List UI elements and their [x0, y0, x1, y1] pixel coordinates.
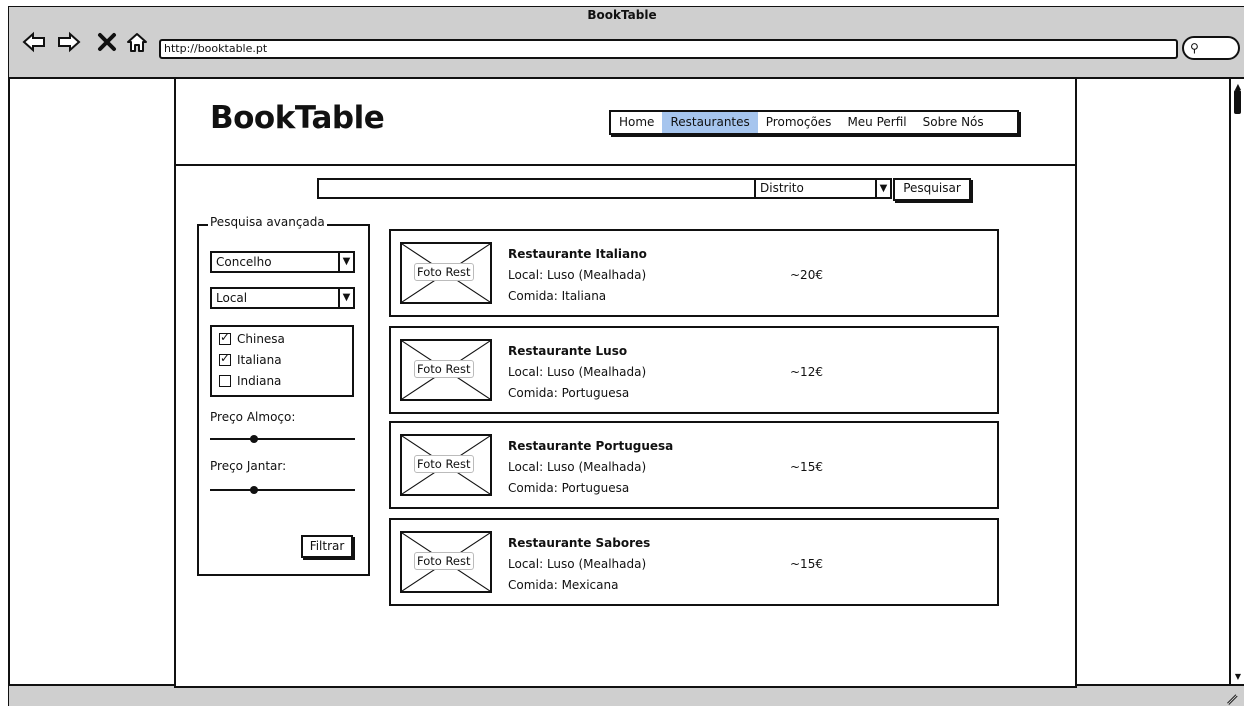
- nav-item-meu-perfil[interactable]: Meu Perfil: [839, 112, 914, 133]
- restaurant-name[interactable]: Restaurante Portuguesa: [508, 439, 673, 453]
- checkbox-label: Italiana: [237, 353, 282, 367]
- dinner-price-label: Preço Jantar:: [210, 459, 287, 473]
- filter-button[interactable]: Filtrar: [301, 535, 353, 558]
- close-icon[interactable]: [95, 30, 119, 54]
- local-select-value: Local: [216, 291, 248, 305]
- dinner-price-slider[interactable]: [210, 486, 355, 494]
- url-bar[interactable]: http://booktable.pt: [159, 39, 1178, 59]
- restaurant-photo-placeholder: Foto Rest: [400, 339, 492, 401]
- nav-item-promocoes[interactable]: Promoções: [758, 112, 840, 133]
- checkbox-chinesa[interactable]: Chinesa: [219, 330, 285, 346]
- restaurant-price: ~15€: [790, 460, 823, 474]
- photo-label: Foto Rest: [414, 360, 474, 378]
- cuisine-checkbox-group: Chinesa Italiana Indiana: [210, 325, 354, 397]
- restaurant-photo-placeholder: Foto Rest: [400, 531, 492, 593]
- checkbox-icon[interactable]: [219, 330, 231, 345]
- restaurant-price: ~20€: [790, 268, 823, 282]
- lunch-price-label: Preço Almoço:: [210, 410, 296, 424]
- restaurant-local: Local: Luso (Mealhada): [508, 365, 647, 379]
- concelho-select-value: Concelho: [216, 255, 272, 269]
- restaurant-food: Comida: Portuguesa: [508, 386, 630, 400]
- chevron-down-icon: ▼: [338, 289, 353, 307]
- search-button[interactable]: Pesquisar: [893, 178, 971, 201]
- local-select[interactable]: Local ▼: [210, 287, 355, 309]
- photo-label: Foto Rest: [414, 552, 474, 570]
- restaurant-card[interactable]: Foto Rest Restaurante Sabores Local: Lus…: [389, 518, 999, 606]
- advanced-search-panel: [197, 224, 370, 576]
- restaurant-food: Comida: Mexicana: [508, 578, 619, 592]
- search-input[interactable]: [317, 178, 754, 199]
- slider-thumb[interactable]: [249, 486, 258, 494]
- checkbox-indiana[interactable]: Indiana: [219, 374, 281, 388]
- checkbox-icon[interactable]: [219, 351, 231, 366]
- forward-icon[interactable]: [57, 30, 81, 54]
- main-nav: Home Restaurantes Promoções Meu Perfil S…: [609, 110, 1019, 135]
- restaurant-card[interactable]: Foto Rest Restaurante Portuguesa Local: …: [389, 421, 999, 509]
- site-logo[interactable]: BookTable: [210, 100, 385, 136]
- restaurant-price: ~15€: [790, 557, 823, 571]
- checkbox-icon[interactable]: [219, 375, 231, 387]
- photo-label: Foto Rest: [414, 263, 474, 281]
- district-select[interactable]: Distrito ▼: [754, 178, 892, 199]
- restaurant-name[interactable]: Restaurante Luso: [508, 344, 627, 358]
- restaurant-name[interactable]: Restaurante Sabores: [508, 536, 650, 550]
- home-icon[interactable]: [125, 30, 149, 54]
- lunch-price-slider[interactable]: [210, 435, 355, 443]
- restaurant-local: Local: Luso (Mealhada): [508, 557, 647, 571]
- browser-search-field[interactable]: ⚲: [1182, 36, 1240, 60]
- vertical-scrollbar[interactable]: [1229, 79, 1244, 684]
- concelho-select[interactable]: Concelho ▼: [210, 251, 355, 273]
- restaurant-price: ~12€: [790, 365, 823, 379]
- restaurant-card[interactable]: Foto Rest Restaurante Italiano Local: Lu…: [389, 229, 999, 317]
- chevron-down-icon: ▼: [875, 180, 890, 197]
- header-divider: [174, 164, 1077, 166]
- restaurant-photo-placeholder: Foto Rest: [400, 434, 492, 496]
- scroll-thumb[interactable]: [1234, 90, 1241, 114]
- restaurant-local: Local: Luso (Mealhada): [508, 268, 647, 282]
- checkbox-italiana[interactable]: Italiana: [219, 351, 282, 367]
- window-title: BookTable: [587, 8, 657, 22]
- nav-item-home[interactable]: Home: [611, 112, 662, 133]
- checkbox-label: Indiana: [237, 374, 282, 388]
- district-select-value: Distrito: [760, 181, 804, 195]
- slider-thumb[interactable]: [249, 435, 258, 443]
- search-icon: ⚲: [1190, 41, 1199, 55]
- nav-item-restaurantes[interactable]: Restaurantes: [662, 112, 758, 133]
- restaurant-photo-placeholder: Foto Rest: [400, 242, 492, 304]
- photo-label: Foto Rest: [414, 455, 474, 473]
- restaurant-card[interactable]: Foto Rest Restaurante Luso Local: Luso (…: [389, 326, 999, 414]
- nav-item-sobre-nos[interactable]: Sobre Nós: [915, 112, 992, 133]
- restaurant-food: Comida: Portuguesa: [508, 481, 630, 495]
- restaurant-food: Comida: Italiana: [508, 289, 607, 303]
- scroll-down-arrow-icon[interactable]: ▼: [1233, 672, 1243, 682]
- advanced-search-legend: Pesquisa avançada: [208, 215, 327, 229]
- checkbox-label: Chinesa: [237, 332, 285, 346]
- back-icon[interactable]: [22, 30, 46, 54]
- restaurant-name[interactable]: Restaurante Italiano: [508, 247, 647, 261]
- chevron-down-icon: ▼: [338, 253, 353, 271]
- restaurant-local: Local: Luso (Mealhada): [508, 460, 647, 474]
